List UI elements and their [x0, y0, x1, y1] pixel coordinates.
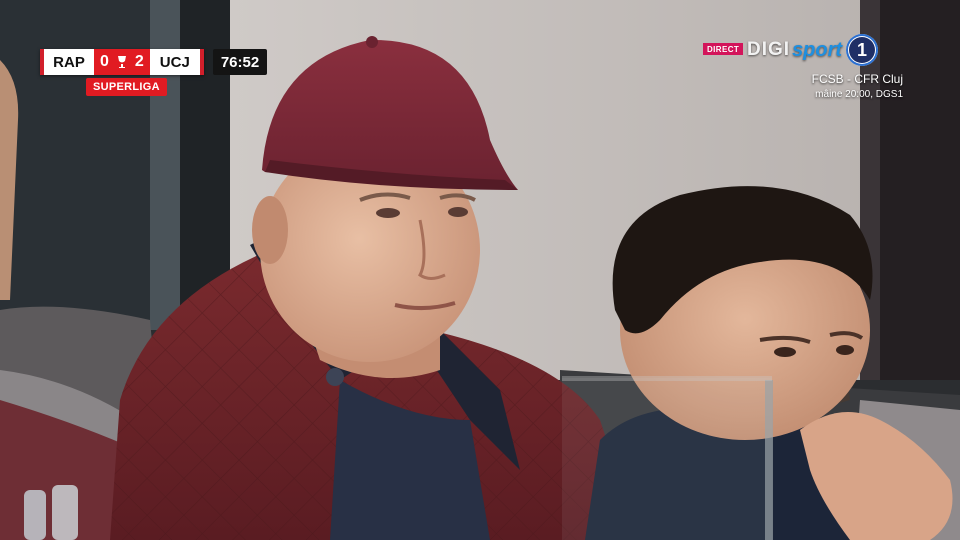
match-clock: 76:52: [213, 49, 267, 75]
away-team-label: UCJ: [149, 49, 204, 75]
home-score: 0: [100, 53, 109, 70]
next-match-schedule: mâine 20:00, DGS1: [815, 89, 903, 100]
scoreboard: RAP 0 2 UCJ: [40, 49, 204, 75]
next-match-promo: FCSB - CFR Cluj: [811, 72, 903, 86]
brand-name-sport: sport: [792, 38, 843, 61]
channel-number-badge: 1: [846, 34, 879, 66]
league-badge: SUPERLIGA: [86, 78, 167, 96]
channel-number: 1: [849, 37, 876, 63]
brand-name-digi: DIGI: [747, 39, 791, 60]
score-box: 0 2: [94, 49, 150, 75]
live-badge: DIRECT: [703, 43, 744, 55]
league-cup-icon: [117, 56, 126, 68]
home-team-label: RAP: [40, 49, 94, 75]
away-score: 2: [134, 53, 144, 70]
channel-logo: DIGI sport 1: [747, 33, 879, 67]
